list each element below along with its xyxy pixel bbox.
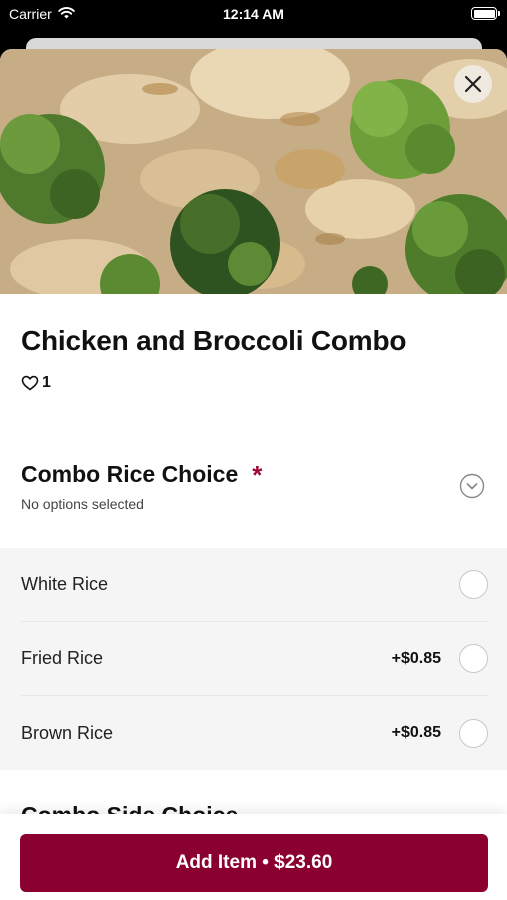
- option-radio[interactable]: [459, 644, 488, 673]
- option-group-title[interactable]: Combo Rice Choice *: [21, 461, 262, 488]
- option-price: +$0.85: [391, 649, 441, 667]
- required-marker: *: [252, 459, 263, 490]
- heart-outline-icon: [21, 375, 39, 391]
- option-white-rice[interactable]: White Rice: [21, 548, 488, 622]
- option-radio[interactable]: [459, 570, 488, 599]
- close-icon: [464, 75, 482, 93]
- like-button[interactable]: 1: [21, 374, 51, 392]
- item-detail-sheet: Chicken and Broccoli Combo 1 Combo Rice …: [0, 49, 507, 900]
- status-bar: Carrier 12:14 AM: [0, 0, 507, 30]
- chevron-down-circle-icon[interactable]: [459, 473, 485, 499]
- option-radio[interactable]: [459, 718, 488, 748]
- option-group-title-text: Combo Rice Choice: [21, 461, 239, 487]
- battery-icon: [471, 7, 500, 20]
- close-button[interactable]: [454, 65, 492, 103]
- option-label: Brown Rice: [21, 722, 114, 743]
- like-count: 1: [42, 374, 51, 391]
- option-label: White Rice: [21, 574, 109, 594]
- footer-bar: Add Item • $23.60: [0, 814, 507, 900]
- option-label: Fried Rice: [21, 648, 104, 668]
- option-list: White Rice Fried Rice +$0.85 Brown Rice …: [0, 548, 507, 770]
- item-title: Chicken and Broccoli Combo: [21, 325, 407, 356]
- option-fried-rice[interactable]: Fried Rice +$0.85: [21, 622, 488, 696]
- option-price: +$0.85: [391, 724, 441, 741]
- option-group-subtitle: No options selected: [21, 496, 144, 512]
- add-item-button[interactable]: Add Item • $23.60: [20, 834, 488, 892]
- item-photo: [0, 49, 507, 294]
- status-time: 12:14 AM: [223, 6, 284, 22]
- option-brown-rice[interactable]: Brown Rice +$0.85: [21, 696, 488, 770]
